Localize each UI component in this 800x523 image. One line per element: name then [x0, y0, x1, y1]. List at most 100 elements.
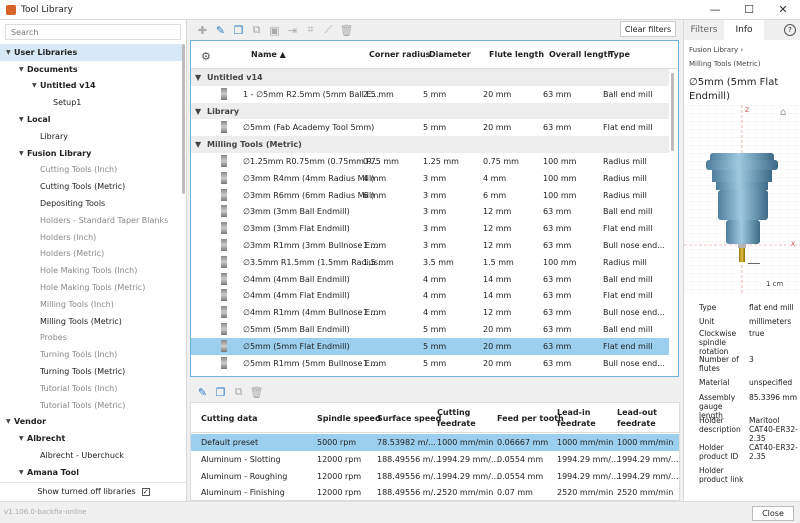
- col-flute-length[interactable]: Flute length: [489, 50, 544, 59]
- help-icon[interactable]: ?: [784, 24, 796, 36]
- delete-preset-icon[interactable]: 🗑: [250, 386, 264, 399]
- tool-row[interactable]: ∅4mm (4mm Flat Endmill) 4 mm 14 mm 63 mm Fla…: [191, 287, 669, 304]
- delete-tool-icon[interactable]: 🗑: [340, 24, 354, 37]
- maximize-button[interactable]: ☐: [732, 0, 766, 20]
- tool-row[interactable]: ∅5mm (5mm Ball Endmill) 5 mm 20 mm 63 mm Bal…: [191, 321, 669, 338]
- tree-item[interactable]: Albrecht - Uberchuck: [0, 447, 182, 464]
- tree-item[interactable]: Library: [0, 128, 182, 145]
- duplicate-tool-icon[interactable]: ❐: [232, 24, 245, 37]
- tool-row[interactable]: ∅5mm (Fab Academy Tool 5mm) 5 mm 20 mm 63 m…: [191, 119, 669, 136]
- tree-item[interactable]: ▼ Untitled v14: [0, 78, 182, 95]
- tree-scrollbar[interactable]: [182, 44, 185, 194]
- tool-row[interactable]: ∅3mm (3mm Ball Endmill) 3 mm 12 mm 63 mm Bal…: [191, 203, 669, 220]
- tree-item[interactable]: Holders (Metric): [0, 246, 182, 263]
- clear-filters-button[interactable]: Clear filters: [620, 21, 676, 37]
- show-turned-off-toggle[interactable]: Show turned off libraries ✓: [0, 482, 187, 500]
- duplicate-preset-icon[interactable]: ❐: [214, 386, 227, 399]
- col-type[interactable]: Type: [609, 50, 630, 59]
- breadcrumb-library[interactable]: Fusion Library ›: [689, 46, 743, 54]
- tree-item[interactable]: Milling Tools (Inch): [0, 296, 182, 313]
- tree-item[interactable]: ▼ Amana Tool: [0, 464, 182, 476]
- close-window-button[interactable]: ✕: [766, 0, 800, 20]
- edit-tool-icon[interactable]: ✎: [214, 24, 227, 37]
- tool-group-row[interactable]: ▼ Milling Tools (Metric): [191, 136, 669, 153]
- tree-item[interactable]: Cutting Tools (Inch): [0, 162, 182, 179]
- copy-preset-icon[interactable]: ⧉: [232, 385, 245, 399]
- col-lead-out-feedrate[interactable]: Lead-out feedrate: [617, 407, 667, 429]
- col-cutting-data[interactable]: Cutting data: [201, 413, 258, 424]
- col-overall-length[interactable]: Overall length: [549, 50, 613, 59]
- preset-row[interactable]: Aluminum - Finishing 12000 rpm 188.49556 m…: [191, 484, 679, 500]
- col-feed-per-tooth[interactable]: Feed per tooth: [497, 413, 564, 424]
- tab-info[interactable]: Info: [724, 20, 764, 40]
- tree-item[interactable]: Holders (Inch): [0, 229, 182, 246]
- tree-item[interactable]: ▼ Local: [0, 111, 182, 128]
- expand-triangle-icon[interactable]: ▼: [6, 49, 14, 56]
- tree-item[interactable]: Holders - Standard Taper Blanks: [0, 212, 182, 229]
- tab-filters[interactable]: Filters: [684, 20, 724, 40]
- minimize-button[interactable]: —: [698, 0, 732, 20]
- expand-triangle-icon[interactable]: ▼: [19, 435, 27, 442]
- col-surface-speed[interactable]: Surface speed: [377, 413, 441, 424]
- tree-item[interactable]: Tutorial Tools (Metric): [0, 397, 182, 414]
- measure-tool-icon[interactable]: ⟋: [322, 23, 335, 37]
- tool-row[interactable]: ∅5mm R1mm (5mm Bullnose E... 1 mm 5 mm 20 m…: [191, 355, 669, 372]
- export-tool-icon[interactable]: ⇥: [286, 24, 299, 37]
- col-spindle-speed[interactable]: Spindle speed: [317, 413, 381, 424]
- tool-row[interactable]: ∅5mm (5mm Flat Endmill) 5 mm 20 mm 63 mm Fla…: [191, 337, 669, 355]
- preset-row[interactable]: Default preset 5000 rpm 78.53982 m/... 1000…: [191, 434, 679, 451]
- tree-item[interactable]: ▼ Fusion Library: [0, 145, 182, 162]
- tool-row[interactable]: ∅3mm R6mm (6mm Radius Mill) 6 mm 3 mm 6 mm 1…: [191, 187, 669, 204]
- col-cutting-feedrate[interactable]: Cutting feedrate: [437, 407, 487, 429]
- group-expand-icon[interactable]: ▼: [195, 140, 201, 149]
- tree-item[interactable]: Cutting Tools (Metric): [0, 178, 182, 195]
- search-input[interactable]: [5, 24, 181, 40]
- col-corner-radius[interactable]: Corner radius: [369, 50, 430, 59]
- edit-preset-icon[interactable]: ✎: [196, 386, 209, 399]
- tree-item[interactable]: Hole Making Tools (Inch): [0, 262, 182, 279]
- col-lead-in-feedrate[interactable]: Lead-in feedrate: [557, 407, 607, 429]
- paste-tool-icon[interactable]: ▣: [268, 24, 281, 37]
- tool-row[interactable]: 1 - ∅5mm R2.5mm (5mm Ball E... 2.5 mm 5 mm…: [191, 86, 669, 103]
- expand-triangle-icon[interactable]: ▼: [19, 150, 27, 157]
- group-expand-icon[interactable]: ▼: [195, 107, 201, 116]
- tool-row[interactable]: ∅3.5mm R1.5mm (1.5mm Radius... 1.5 mm 3.5 …: [191, 254, 669, 271]
- tool-row[interactable]: ∅4mm (4mm Ball Endmill) 4 mm 14 mm 63 mm Bal…: [191, 271, 669, 288]
- tree-item[interactable]: Tutorial Tools (Inch): [0, 380, 182, 397]
- tree-item[interactable]: ▼ Documents: [0, 61, 182, 78]
- renumber-tool-icon[interactable]: ⌗: [304, 23, 317, 37]
- tree-item[interactable]: Milling Tools (Metric): [0, 313, 182, 330]
- col-diameter[interactable]: Diameter: [429, 50, 471, 59]
- gear-icon[interactable]: ⚙: [201, 50, 211, 63]
- group-expand-icon[interactable]: ▼: [195, 73, 201, 82]
- expand-triangle-icon[interactable]: ▼: [19, 469, 27, 476]
- tree-item[interactable]: Hole Making Tools (Metric): [0, 279, 182, 296]
- tool-preview-viewport[interactable]: Z X ⌂ 1 cm: [684, 105, 800, 295]
- preset-row[interactable]: Aluminum - Slotting 12000 rpm 188.49556 m/…: [191, 451, 679, 468]
- close-button[interactable]: Close: [752, 506, 794, 521]
- copy-tool-icon[interactable]: ⧉: [250, 23, 263, 37]
- preset-row[interactable]: Aluminum - Roughing 12000 rpm 188.49556 m/…: [191, 468, 679, 485]
- tool-row[interactable]: ∅1.25mm R0.75mm (0.75mm R... 0.75 mm 1.25 …: [191, 153, 669, 170]
- tree-item[interactable]: Turning Tools (Inch): [0, 346, 182, 363]
- expand-triangle-icon[interactable]: ▼: [32, 82, 40, 89]
- tree-item[interactable]: ▼ Albrecht: [0, 430, 182, 447]
- add-tool-icon[interactable]: ✚: [196, 24, 209, 37]
- tree-item[interactable]: ▼ User Libraries: [0, 44, 182, 61]
- tool-row[interactable]: ∅4mm R1mm (4mm Bullnose E... 1 mm 4 mm 12 m…: [191, 304, 669, 321]
- grid-scrollbar[interactable]: [671, 73, 674, 151]
- tool-row[interactable]: ∅3mm (3mm Flat Endmill) 3 mm 12 mm 63 mm Fla…: [191, 220, 669, 237]
- tree-item[interactable]: Depositing Tools: [0, 195, 182, 212]
- breadcrumb-category[interactable]: Milling Tools (Metric): [689, 60, 761, 68]
- expand-triangle-icon[interactable]: ▼: [19, 116, 27, 123]
- tree-item[interactable]: Setup1: [0, 94, 182, 111]
- tree-item[interactable]: ▼ Vendor: [0, 414, 182, 431]
- tree-item[interactable]: Turning Tools (Metric): [0, 363, 182, 380]
- expand-triangle-icon[interactable]: ▼: [19, 66, 27, 73]
- show-turned-off-checkbox[interactable]: ✓: [141, 487, 150, 496]
- tree-item[interactable]: Probes: [0, 330, 182, 347]
- home-view-icon[interactable]: ⌂: [780, 107, 786, 118]
- expand-triangle-icon[interactable]: ▼: [6, 418, 14, 425]
- tool-row[interactable]: ∅3mm R4mm (4mm Radius Mill) 4 mm 3 mm 4 mm 1…: [191, 170, 669, 187]
- tool-group-row[interactable]: ▼ Untitled v14: [191, 69, 669, 86]
